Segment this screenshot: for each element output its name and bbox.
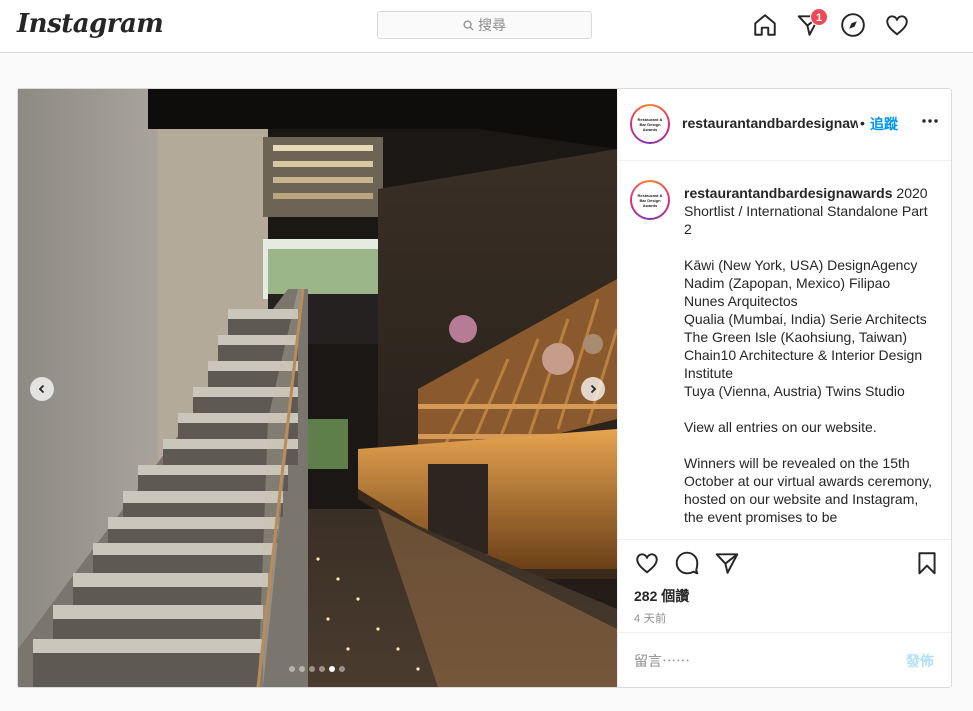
carousel-indicator [289, 666, 345, 672]
restaurant-interior-image [18, 89, 617, 687]
top-navigation-bar: Instagram 搜尋 1 [0, 0, 973, 53]
post-photo[interactable] [18, 89, 617, 687]
post-caption: restaurantandbardesignawards 2020 Shortl… [684, 184, 934, 526]
notification-badge: 1 [810, 8, 828, 26]
comment-form: 發佈 [618, 632, 951, 687]
post-header: Restaurant & Bar Design Awards restauran… [618, 89, 951, 161]
follow-button[interactable]: 追蹤 [870, 114, 898, 134]
carousel-dot [319, 666, 325, 672]
carousel-dot [299, 666, 305, 672]
carousel-dot [309, 666, 315, 672]
carousel-dot [289, 666, 295, 672]
next-photo-button[interactable] [581, 377, 605, 401]
post-sidebar: Restaurant & Bar Design Awards restauran… [617, 89, 951, 687]
avatar[interactable]: Restaurant & Bar Design Awards [630, 104, 670, 144]
bookmark-icon[interactable] [914, 550, 940, 576]
post-actions: 282 個讚 4 天前 發佈 [618, 539, 951, 687]
comment-input[interactable] [634, 651, 884, 671]
share-icon[interactable] [714, 550, 740, 576]
caption-text: 2020 Shortlist / International Standalon… [684, 185, 932, 525]
instagram-logo[interactable]: Instagram [17, 9, 164, 39]
post-comment-button[interactable]: 發佈 [906, 651, 934, 671]
carousel-dot [329, 666, 335, 672]
caption-area: Restaurant & Bar Design Awards restauran… [618, 161, 951, 539]
separator-dot: • [860, 115, 865, 131]
heart-outline-icon[interactable] [634, 550, 660, 576]
heart-icon[interactable] [884, 12, 910, 38]
carousel-dot [339, 666, 345, 672]
post-card: Restaurant & Bar Design Awards restauran… [17, 88, 952, 688]
chevron-left-icon [38, 384, 45, 394]
avatar-logo: Restaurant & Bar Design Awards [632, 182, 668, 218]
avatar-logo: Restaurant & Bar Design Awards [632, 106, 668, 142]
comment-icon[interactable] [674, 550, 700, 576]
like-count[interactable]: 282 個讚 [634, 586, 689, 606]
chevron-right-icon [590, 384, 597, 394]
post-timestamp[interactable]: 4 天前 [634, 610, 666, 626]
home-icon[interactable] [752, 12, 778, 38]
search-placeholder: 搜尋 [478, 17, 506, 33]
post-username[interactable]: restaurantandbardesignawa [682, 115, 858, 131]
search-icon [463, 19, 474, 31]
caption-username[interactable]: restaurantandbardesignawards [684, 185, 893, 201]
previous-photo-button[interactable] [30, 377, 54, 401]
caption-avatar[interactable]: Restaurant & Bar Design Awards [630, 180, 670, 220]
search-bar[interactable]: 搜尋 [377, 11, 592, 39]
more-options-icon[interactable] [920, 111, 940, 131]
compass-icon[interactable] [840, 12, 866, 38]
